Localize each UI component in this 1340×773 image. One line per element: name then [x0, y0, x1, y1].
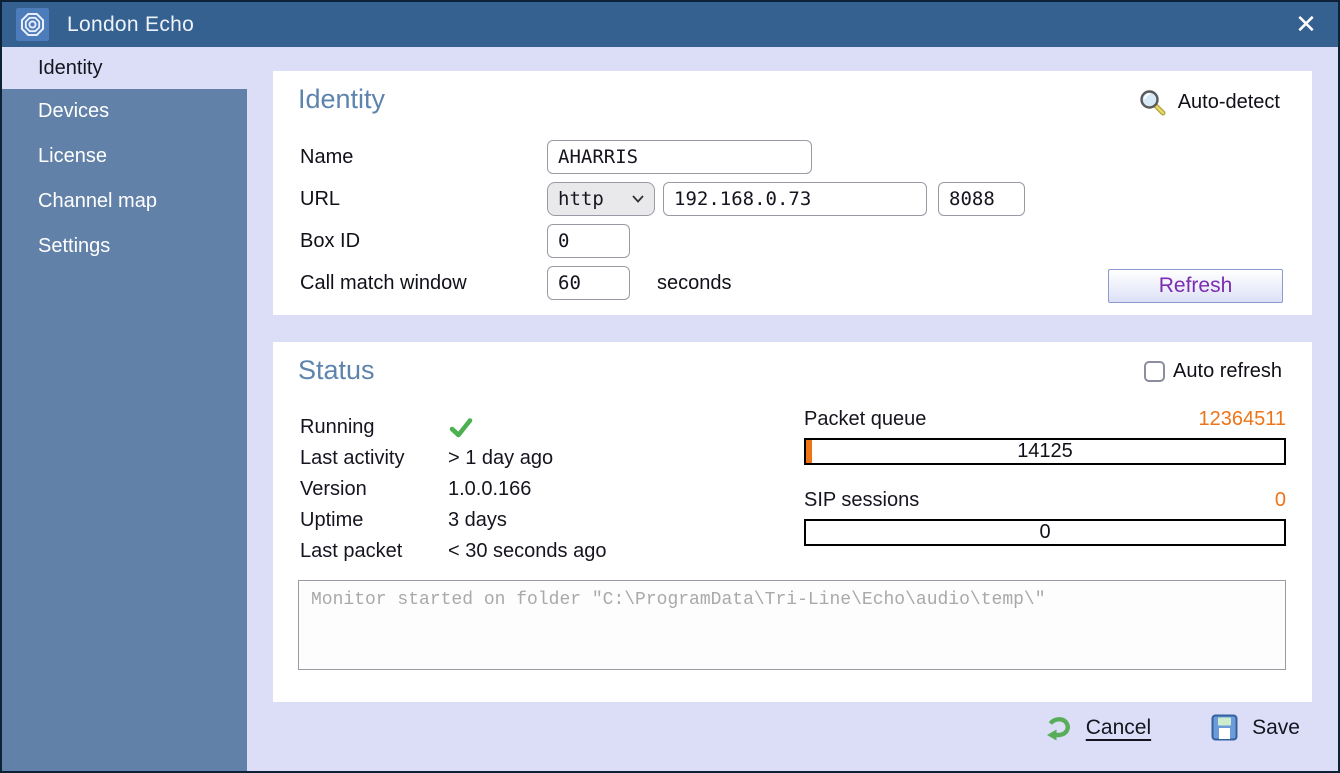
uptime-label: Uptime: [300, 509, 364, 531]
url-label: URL: [300, 188, 341, 210]
packet-queue-label: Packet queue: [804, 408, 927, 430]
box-id-label: Box ID: [300, 230, 361, 252]
chevron-down-icon: [632, 195, 644, 203]
packet-queue-bar-fill: [806, 440, 812, 463]
version-label: Version: [300, 478, 367, 500]
status-row-last-activity: Last activity > 1 day ago: [300, 443, 606, 474]
packet-queue-bar: 14125: [804, 438, 1286, 465]
sidebar-item-channel-map[interactable]: Channel map: [2, 179, 247, 224]
last-activity-label: Last activity: [300, 447, 405, 469]
url-scheme-value: http: [558, 188, 604, 210]
auto-refresh-checkbox[interactable]: [1144, 361, 1166, 382]
sip-sessions-bar: 0: [804, 519, 1286, 546]
sidebar-item-devices[interactable]: Devices: [2, 89, 247, 134]
packet-queue-current: 14125: [1017, 440, 1073, 462]
save-label: Save: [1252, 715, 1300, 739]
version-value: 1.0.0.166: [448, 478, 532, 500]
url-scheme-select[interactable]: http: [547, 182, 655, 216]
auto-detect-button[interactable]: Auto-detect: [1139, 89, 1280, 116]
status-panel: Status Auto refresh Running Last activit…: [273, 342, 1312, 702]
status-row-last-packet: Last packet < 30 seconds ago: [300, 536, 606, 567]
app-logo-icon: [16, 8, 49, 41]
window-title: London Echo: [67, 12, 195, 36]
packet-queue-header: Packet queue 12364511: [804, 408, 1286, 431]
sip-sessions-header: SIP sessions 0: [804, 489, 1286, 512]
close-button[interactable]: ✕: [1288, 6, 1324, 42]
dialog-window: London Echo ✕ Identity Devices License C…: [0, 0, 1340, 773]
packet-queue-total: 12364511: [1198, 408, 1287, 430]
sip-sessions-current: 0: [1039, 521, 1051, 543]
sidebar-item-license[interactable]: License: [2, 134, 247, 179]
titlebar: London Echo ✕: [2, 2, 1338, 47]
save-floppy-icon: [1211, 714, 1238, 741]
status-panel-title: Status: [298, 355, 375, 385]
status-grid: Running Last activity > 1 day ago Versio…: [300, 412, 606, 567]
sip-sessions-label: SIP sessions: [804, 489, 920, 511]
running-label: Running: [300, 416, 375, 438]
call-match-window-input[interactable]: [547, 266, 630, 300]
status-row-version: Version 1.0.0.166: [300, 474, 606, 505]
undo-arrow-icon: [1046, 717, 1070, 741]
url-host-input[interactable]: [663, 182, 927, 216]
cancel-button[interactable]: Cancel: [1045, 714, 1151, 741]
last-packet-label: Last packet: [300, 540, 403, 562]
sidebar-item-settings[interactable]: Settings: [2, 224, 247, 269]
auto-refresh-label: Auto refresh: [1173, 360, 1282, 382]
url-port-input[interactable]: [938, 182, 1025, 216]
magnifier-icon: [1140, 90, 1166, 116]
identity-panel: Identity Auto-detect Name URL http Box I…: [273, 71, 1312, 315]
uptime-value: 3 days: [448, 509, 507, 531]
box-id-input[interactable]: [547, 224, 630, 258]
seconds-unit-label: seconds: [657, 272, 732, 294]
auto-refresh-control: Auto refresh: [1144, 360, 1282, 383]
sidebar: Devices License Channel map Settings: [2, 89, 247, 771]
identity-panel-title: Identity: [298, 84, 386, 114]
status-row-uptime: Uptime 3 days: [300, 505, 606, 536]
monitor-log: Monitor started on folder "C:\ProgramDat…: [298, 580, 1286, 670]
name-label: Name: [300, 146, 354, 168]
call-match-window-label: Call match window: [300, 272, 467, 294]
running-check-icon: [449, 417, 473, 437]
name-input[interactable]: [547, 140, 812, 174]
last-packet-value: < 30 seconds ago: [448, 540, 607, 562]
footer-actions: Cancel Save: [1045, 714, 1300, 741]
status-row-running: Running: [300, 412, 606, 443]
save-button[interactable]: Save: [1211, 714, 1300, 741]
sidebar-item-identity[interactable]: Identity: [4, 47, 247, 89]
auto-detect-label: Auto-detect: [1177, 91, 1280, 113]
queue-column: Packet queue 12364511 14125 SIP sessions…: [804, 408, 1286, 546]
last-activity-value: > 1 day ago: [448, 447, 554, 469]
refresh-button[interactable]: Refresh: [1108, 269, 1283, 303]
cancel-label: Cancel: [1085, 715, 1152, 739]
sip-sessions-total: 0: [1274, 489, 1286, 511]
